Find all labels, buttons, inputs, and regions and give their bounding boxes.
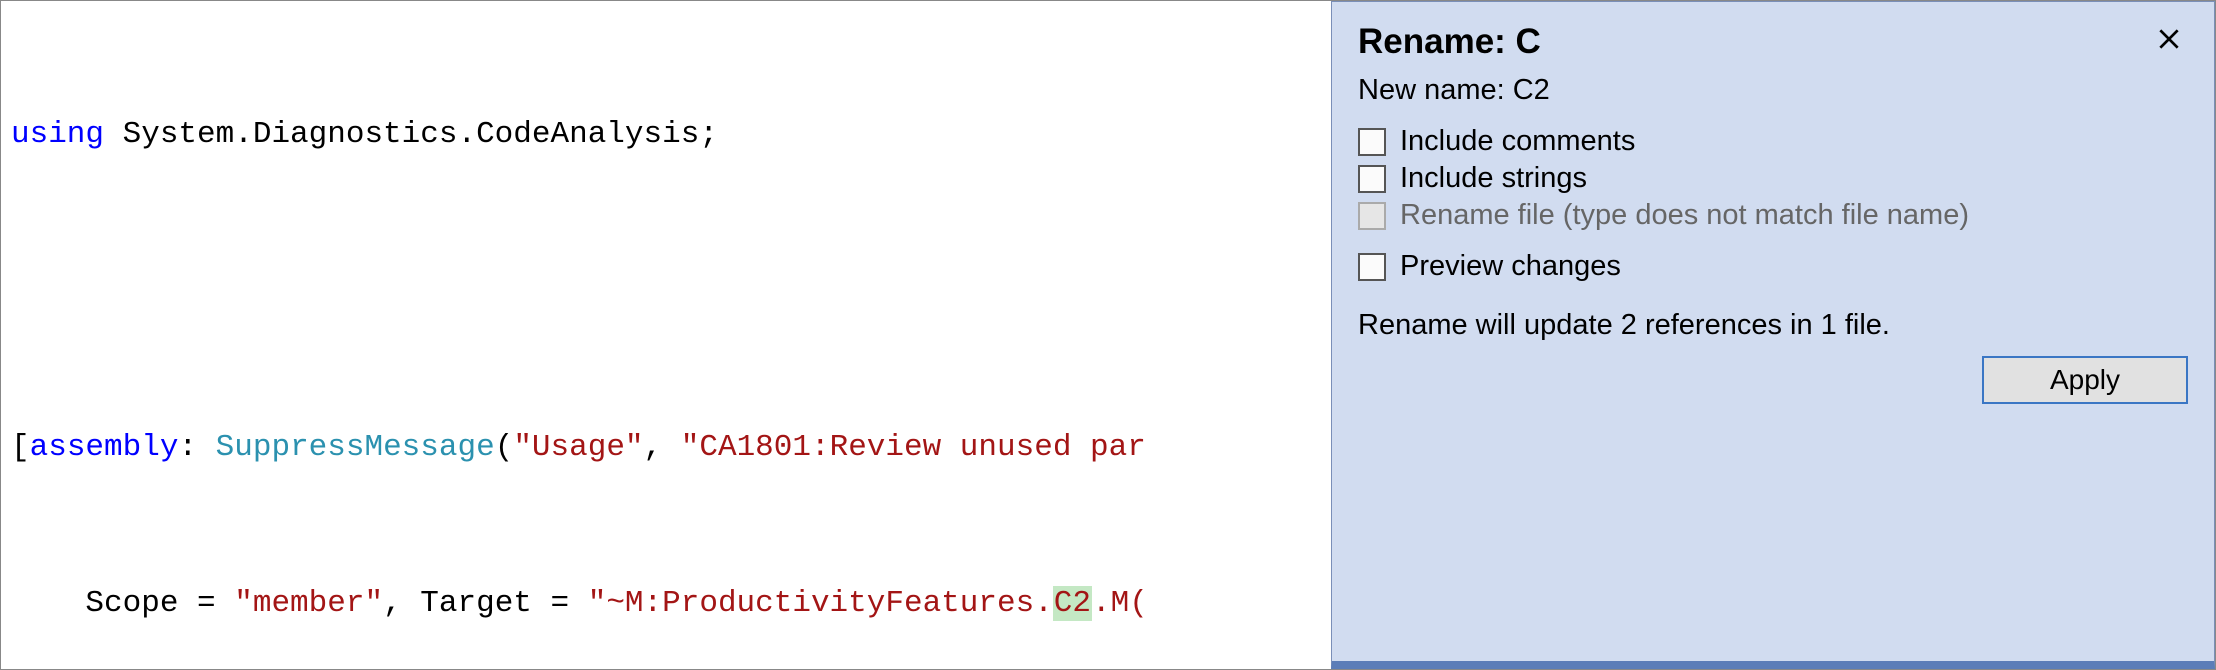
apply-button[interactable]: Apply — [1982, 356, 2188, 404]
code-line[interactable]: Scope = "member", Target = "~M:Productiv… — [5, 578, 1331, 630]
code-line[interactable] — [5, 265, 1331, 317]
close-icon[interactable] — [2150, 22, 2188, 60]
checkbox-include-comments[interactable]: Include comments — [1358, 125, 2188, 158]
checkbox-label: Preview changes — [1400, 250, 1621, 283]
checkbox-icon[interactable] — [1358, 165, 1386, 193]
keyword: assembly — [30, 430, 179, 465]
rename-panel: Rename: C New name: C2 Include comments … — [1331, 1, 2215, 669]
code-text: ( — [495, 430, 514, 465]
code-line[interactable]: using System.Diagnostics.CodeAnalysis; — [5, 109, 1331, 161]
string-literal: "member" — [234, 586, 383, 621]
code-text: , Target = — [383, 586, 588, 621]
code-text: , — [644, 430, 681, 465]
checkbox-preview-changes[interactable]: Preview changes — [1358, 250, 2188, 283]
type-name: SuppressMessage — [216, 430, 495, 465]
string-literal: .M( — [1092, 586, 1148, 621]
string-literal: "~M:ProductivityFeatures. — [588, 586, 1053, 621]
rename-reference: C2 — [1053, 586, 1092, 621]
checkbox-include-strings[interactable]: Include strings — [1358, 162, 2188, 195]
checkbox-icon[interactable] — [1358, 253, 1386, 281]
code-editor[interactable]: using System.Diagnostics.CodeAnalysis; [… — [1, 1, 1331, 669]
new-name-row: New name: C2 — [1358, 74, 2188, 107]
new-name-value: C2 — [1513, 74, 1550, 106]
rename-status: Rename will update 2 references in 1 fil… — [1358, 309, 2188, 342]
code-text: : — [178, 430, 215, 465]
checkbox-rename-file: Rename file (type does not match file na… — [1358, 199, 2188, 232]
string-literal: "Usage" — [513, 430, 643, 465]
checkbox-icon — [1358, 202, 1386, 230]
checkbox-label: Rename file (type does not match file na… — [1400, 199, 1969, 232]
checkbox-label: Include strings — [1400, 162, 1587, 195]
string-literal: "CA1801:Review unused par — [681, 430, 1146, 465]
code-text: [ — [11, 430, 30, 465]
code-text: System.Diagnostics.CodeAnalysis; — [104, 117, 718, 152]
checkbox-label: Include comments — [1400, 125, 1635, 158]
code-text: Scope = — [11, 586, 234, 621]
code-line[interactable]: [assembly: SuppressMessage("Usage", "CA1… — [5, 422, 1331, 474]
keyword: using — [11, 117, 104, 152]
rename-title: Rename: C — [1358, 22, 1541, 62]
checkbox-icon[interactable] — [1358, 128, 1386, 156]
new-name-label: New name: — [1358, 74, 1513, 106]
